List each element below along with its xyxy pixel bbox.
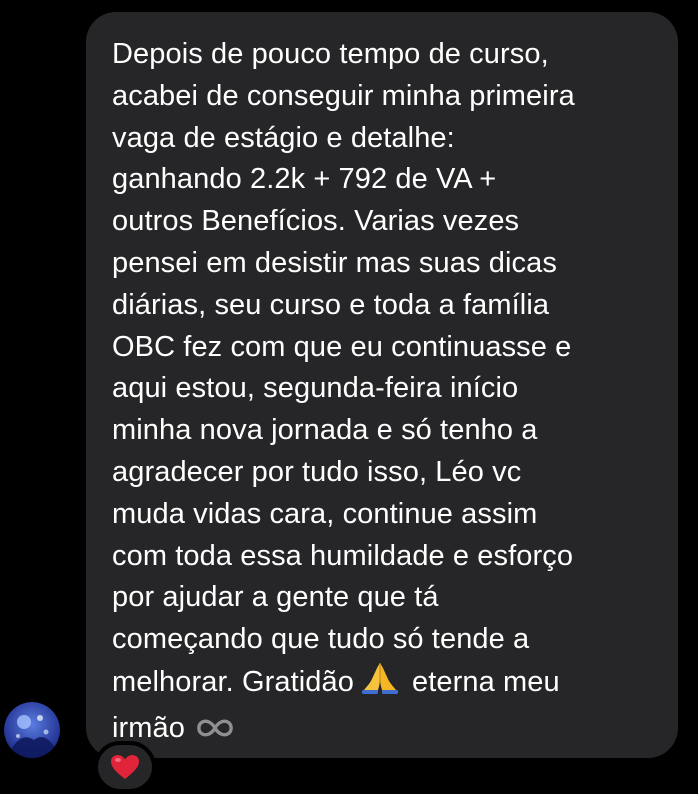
message-line: Depois de pouco tempo de curso, xyxy=(112,38,549,70)
message-line: por ajudar a gente que tá xyxy=(112,581,439,614)
message-text: Depois de pouco tempo de curso, acabei d… xyxy=(112,34,654,752)
message-line: pensei em desistir mas suas dicas xyxy=(112,246,557,279)
message-line: agradecer por tudo isso, Léo vc xyxy=(112,455,522,488)
reaction-badge[interactable] xyxy=(94,741,156,793)
red-heart-icon xyxy=(111,755,139,779)
message-line: acabei de conseguir minha primeira xyxy=(112,79,575,112)
message-line: ganhando 2.2k + 792 de VA + xyxy=(112,163,497,196)
message-line: diárias, seu curso e toda a família xyxy=(112,288,550,321)
folded-hands-emoji xyxy=(360,661,400,708)
message-line: outros Benefícios. Varias vezes xyxy=(112,205,520,238)
message-bubble[interactable]: Depois de pouco tempo de curso, acabei d… xyxy=(86,12,678,758)
message-line: com toda essa humildade e esforço xyxy=(112,539,574,572)
message-text-last: irmão xyxy=(112,711,186,744)
message-text-before-emoji: melhorar. Gratidão xyxy=(112,665,354,698)
message-text-after-emoji: eterna meu xyxy=(411,665,560,698)
message-line-17: irmão xyxy=(112,708,654,752)
message-line-16: melhorar. Gratidão eterna meu xyxy=(112,661,654,708)
message-line: começando que tudo só tende a xyxy=(112,623,530,656)
message-line: vaga de estágio e detalhe: xyxy=(112,121,455,154)
sender-avatar[interactable] xyxy=(4,702,60,758)
message-line: muda vidas cara, continue assim xyxy=(112,497,538,530)
avatar-icon xyxy=(4,702,60,758)
infinity-emoji xyxy=(195,710,235,752)
message-line: OBC fez com que eu continuasse e xyxy=(112,330,572,363)
message-line: aqui estou, segunda-feira início xyxy=(112,372,519,405)
message-line: minha nova jornada e só tenho a xyxy=(112,414,538,447)
